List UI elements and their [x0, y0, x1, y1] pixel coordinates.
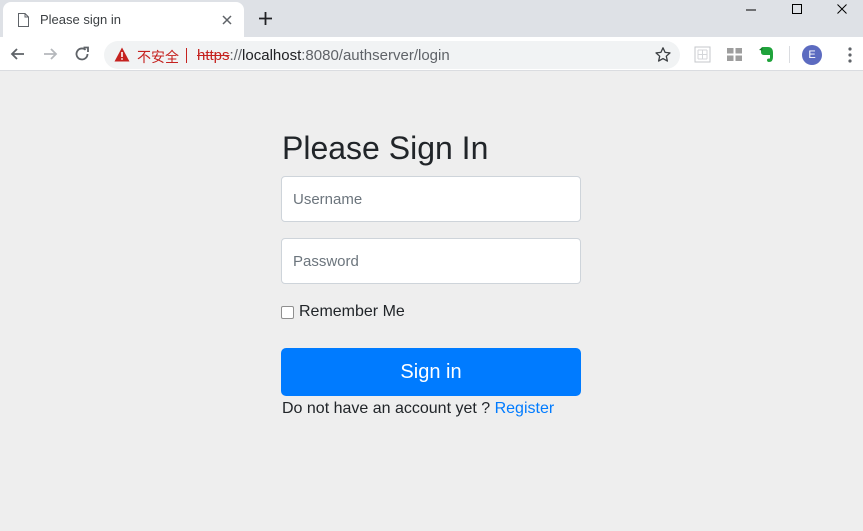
close-icon: [837, 4, 847, 14]
reload-icon[interactable]: [72, 44, 92, 64]
omnibox-divider: [186, 48, 187, 63]
security-status[interactable]: 不安全: [137, 47, 179, 67]
window-minimize-button[interactable]: [729, 0, 773, 18]
tab-title: Please sign in: [40, 12, 121, 27]
remember-me[interactable]: Remember Me: [281, 303, 405, 321]
minimize-icon: [746, 9, 756, 11]
url-host: localhost: [242, 47, 302, 64]
window-close-button[interactable]: [820, 0, 863, 18]
url-separator: ://: [229, 47, 243, 64]
page-title: Please Sign In: [282, 130, 489, 166]
register-link[interactable]: Register: [495, 400, 555, 417]
forward-arrow-icon[interactable]: [40, 44, 60, 64]
extension-bricks-icon[interactable]: [726, 46, 743, 63]
url-text[interactable]: https://localhost:8080/authserver/login: [197, 47, 450, 64]
tab-strip: Please sign in: [0, 0, 863, 37]
remember-me-checkbox[interactable]: [281, 305, 294, 319]
back-arrow-icon[interactable]: [8, 44, 28, 64]
url-path: :8080/authserver/login: [301, 47, 450, 64]
register-prompt: Do not have an account yet ?: [282, 400, 491, 417]
profile-avatar[interactable]: E: [802, 45, 822, 65]
tab-active[interactable]: Please sign in: [3, 2, 244, 37]
register-prompt-line: Do not have an account yet ? Register: [282, 400, 554, 418]
window-maximize-button[interactable]: [775, 0, 819, 18]
extension-grid-icon[interactable]: [694, 46, 711, 63]
sign-in-form: Please Sign In Remember Me Sign in Do no…: [281, 130, 581, 417]
username-input[interactable]: [281, 176, 581, 222]
warning-icon: [114, 47, 130, 62]
more-menu-icon[interactable]: [842, 46, 858, 64]
page-body: Please Sign In Remember Me Sign in Do no…: [0, 72, 863, 531]
password-input[interactable]: [281, 238, 581, 284]
sign-in-button[interactable]: Sign in: [281, 348, 581, 396]
address-bar[interactable]: 不安全 https://localhost:8080/authserver/lo…: [104, 41, 680, 69]
evernote-icon[interactable]: [758, 46, 775, 63]
browser-toolbar: 不安全 https://localhost:8080/authserver/lo…: [0, 37, 863, 71]
page-icon: [18, 13, 29, 27]
url-scheme: https: [197, 47, 230, 64]
new-tab-icon[interactable]: [257, 10, 274, 27]
bookmark-star-icon[interactable]: [654, 46, 672, 64]
toolbar-divider: [789, 46, 790, 63]
tab-close-icon[interactable]: [219, 12, 235, 28]
maximize-icon: [792, 4, 802, 14]
remember-me-label: Remember Me: [299, 303, 405, 320]
